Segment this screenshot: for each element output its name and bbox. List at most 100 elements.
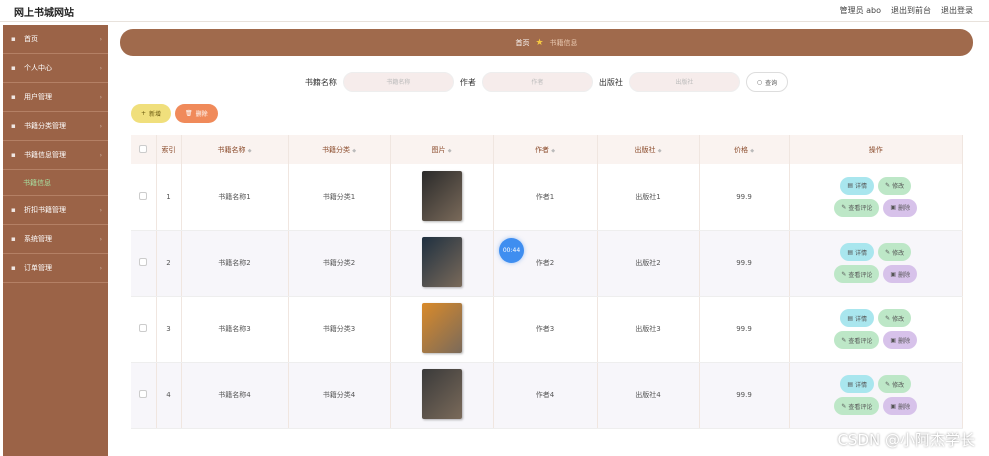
batch-delete-button[interactable]: 🗑 删除 [175, 104, 218, 123]
sidebar-item-4[interactable]: ▪ 书籍信息管理 › [3, 141, 108, 170]
pencil-icon: ✎ [885, 182, 891, 190]
table-row: 2 书籍名称2 书籍分类2 作者2 出版社2 99.9 ▤ 详情 ✎ 修改 ✎ 查看评论 ▣ 删除 [131, 230, 963, 297]
col-category[interactable]: 书籍分类 ◆ [288, 135, 391, 164]
detail-button[interactable]: ▤ 详情 [840, 243, 875, 261]
col-publisher[interactable]: 出版社 ◆ [597, 135, 700, 164]
exit-to-front-link[interactable]: 退出到前台 [891, 5, 931, 16]
cell-price: 99.9 [699, 230, 790, 297]
publisher-input[interactable]: 出版社 [628, 72, 740, 92]
sidebar-item-label: 用户管理 [24, 93, 52, 101]
select-all-header [131, 135, 157, 164]
doc-icon: ▤ [847, 248, 854, 256]
cell-publisher: 出版社1 [597, 164, 700, 231]
settings-icon: ▪ [11, 234, 16, 243]
cell-index: 1 [156, 164, 182, 231]
col-ops: 操作 [789, 135, 963, 164]
edit-button[interactable]: ✎ 修改 [878, 309, 912, 327]
delete-button[interactable]: ▣ 删除 [883, 265, 918, 283]
pencil-icon: ✎ [841, 204, 847, 212]
plus-icon: + [141, 110, 147, 117]
cell-ops: ▤ 详情 ✎ 修改 ✎ 查看评论 ▣ 删除 [789, 230, 963, 297]
trash-icon: ▣ [890, 336, 897, 344]
detail-button[interactable]: ▤ 详情 [840, 309, 875, 327]
sidebar-item-2[interactable]: ▪ 用户管理 › [3, 83, 108, 112]
edit-button[interactable]: ✎ 修改 [878, 176, 912, 195]
cell-index: 3 [156, 296, 182, 363]
sidebar-item-8[interactable]: ▪ 订单管理 › [3, 254, 108, 283]
header-links: 管理员 abo 退出到前台 退出登录 [840, 5, 973, 16]
sidebar-subitem-books[interactable]: 书籍信息 [3, 170, 108, 196]
sidebar-item-label: 折扣书籍管理 [24, 206, 66, 214]
col-name[interactable]: 书籍名称 ◆ [181, 135, 289, 164]
batch-delete-button-label: 删除 [195, 111, 208, 118]
delete-button[interactable]: ▣ 删除 [883, 331, 918, 349]
pencil-icon: ✎ [841, 402, 847, 410]
add-button[interactable]: + 新增 [131, 104, 172, 123]
watermark: CSDN @小阿杰学长 [837, 431, 975, 449]
sort-icon: ◆ [551, 147, 556, 154]
book-cover[interactable] [421, 303, 462, 353]
cell-price: 99.9 [699, 362, 790, 429]
book-name-input[interactable]: 书籍名称 [342, 72, 454, 92]
sidebar-item-7[interactable]: ▪ 系统管理 › [3, 225, 108, 254]
search-button[interactable]: ○ 查询 [745, 72, 789, 92]
row-checkbox[interactable] [139, 258, 148, 266]
breadcrumb-current: 书籍信息 [549, 38, 578, 47]
view-reviews-button[interactable]: ✎ 查看评论 [834, 265, 880, 283]
cell-author: 作者3 [493, 296, 598, 363]
cell-publisher: 出版社3 [597, 296, 700, 363]
sidebar-item-label: 书籍信息管理 [24, 151, 66, 159]
star-icon: ★ [535, 37, 544, 48]
sidebar-item-0[interactable]: ▪ 首页 › [3, 25, 108, 54]
logout-link[interactable]: 退出登录 [941, 5, 973, 16]
sidebar-item-label: 系统管理 [24, 235, 52, 243]
detail-button[interactable]: ▤ 详情 [840, 375, 875, 393]
book-cover[interactable] [421, 369, 462, 419]
cell-publisher: 出版社2 [597, 230, 700, 297]
trash-icon: ▣ [890, 402, 897, 410]
view-reviews-button[interactable]: ✎ 查看评论 [834, 397, 880, 415]
edit-button[interactable]: ✎ 修改 [878, 375, 912, 393]
sidebar-item-label: 书籍分类管理 [24, 122, 66, 130]
doc-icon: ▤ [847, 380, 854, 388]
delete-button[interactable]: ▣ 删除 [883, 198, 918, 217]
detail-button[interactable]: ▤ 详情 [840, 176, 875, 195]
book-cover[interactable] [421, 237, 462, 287]
table-row: 4 书籍名称4 书籍分类4 作者4 出版社4 99.9 ▤ 详情 ✎ 修改 ✎ 查看评论 ▣ 删除 [131, 362, 963, 429]
sidebar-item-3[interactable]: ▪ 书籍分类管理 › [3, 112, 108, 141]
select-all-checkbox[interactable] [139, 144, 148, 153]
books-table: 索引 书籍名称 ◆ 书籍分类 ◆ 图片 ◆ 作者 ◆ 出版社 ◆ 价格 ◆ 操作… [131, 135, 963, 429]
sort-icon: ◆ [247, 147, 252, 154]
sidebar-item-label: 首页 [24, 35, 38, 43]
cell-name: 书籍名称2 [181, 230, 289, 297]
col-author[interactable]: 作者 ◆ [493, 135, 598, 164]
sort-icon: ◆ [657, 147, 662, 154]
chevron-icon: › [99, 206, 102, 214]
col-index: 索引 [156, 135, 182, 164]
user-icon: ▪ [11, 63, 16, 72]
timer-badge[interactable]: 00:44 [499, 238, 524, 263]
edit-button[interactable]: ✎ 修改 [878, 243, 912, 261]
col-price[interactable]: 价格 ◆ [699, 135, 790, 164]
table-row: 3 书籍名称3 书籍分类3 作者3 出版社3 99.9 ▤ 详情 ✎ 修改 ✎ 查看评论 ▣ 删除 [131, 296, 963, 363]
home-icon: ▪ [11, 34, 16, 43]
add-button-label: 新增 [149, 111, 162, 118]
view-reviews-button[interactable]: ✎ 查看评论 [834, 198, 880, 217]
publisher-label: 出版社 [598, 77, 623, 87]
row-checkbox[interactable] [139, 324, 148, 332]
cell-image [390, 164, 494, 231]
view-reviews-button[interactable]: ✎ 查看评论 [834, 331, 880, 349]
row-checkbox[interactable] [139, 191, 148, 200]
col-image[interactable]: 图片 ◆ [390, 135, 494, 164]
cell-price: 99.9 [699, 296, 790, 363]
breadcrumb-home[interactable]: 首页 [515, 38, 529, 48]
delete-button[interactable]: ▣ 删除 [883, 397, 918, 415]
sidebar-item-6[interactable]: ▪ 折扣书籍管理 › [3, 196, 108, 225]
chevron-icon: › [99, 235, 102, 243]
cell-image [390, 362, 494, 429]
author-input[interactable]: 作者 [481, 72, 593, 92]
row-checkbox[interactable] [139, 390, 148, 398]
book-cover[interactable] [421, 170, 462, 221]
sidebar-item-1[interactable]: ▪ 个人中心 › [3, 54, 108, 83]
cell-category: 书籍分类3 [288, 296, 391, 363]
